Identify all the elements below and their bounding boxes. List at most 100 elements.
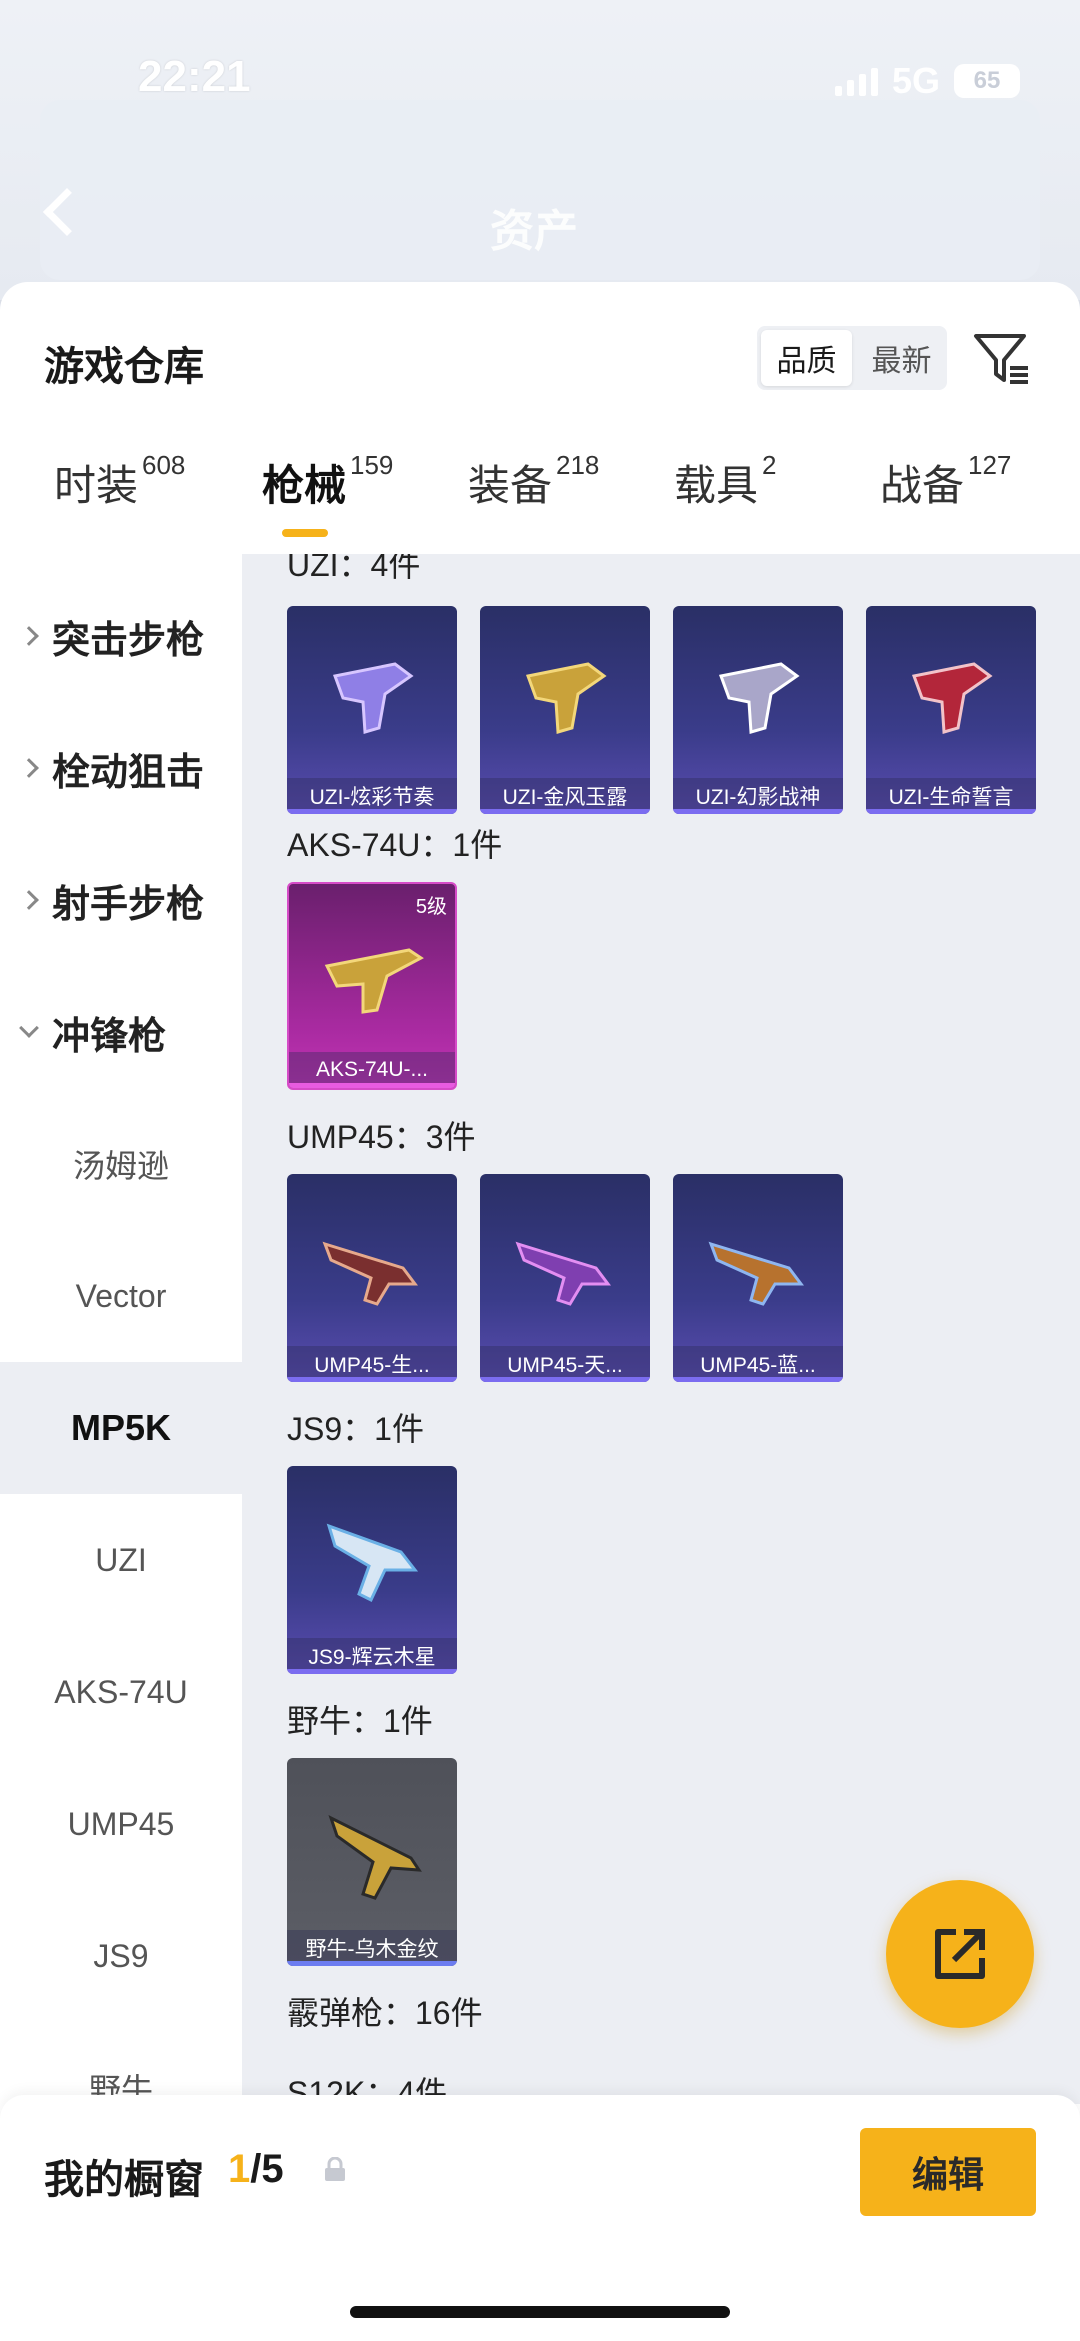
status-time: 22:21 (138, 52, 251, 101)
chevron-right-icon (19, 890, 39, 910)
rarity-bar (866, 809, 1036, 814)
lock-icon (325, 2157, 345, 2181)
weapon-card[interactable]: UMP45-天... (480, 1174, 650, 1382)
sidebar-item-smg[interactable]: 冲锋枪 (0, 966, 242, 1098)
rarity-bar (673, 809, 843, 814)
weapon-grid: UZI：4件 UZI-炫彩节奏 UZI-金风玉露 UZI-幻影战神 UZI-生命… (242, 554, 1080, 2104)
sidebar-item-label: UMP45 (67, 1805, 175, 1842)
group-label: JS9：1件 (287, 1411, 424, 1447)
sort-toggle[interactable]: 品质 最新 (757, 326, 947, 390)
group-label: UMP45：3件 (287, 1119, 476, 1155)
tab-fashion[interactable]: 时装 608 (54, 450, 186, 513)
sidebar-item-label: 栓动狙击 (52, 751, 205, 794)
page-title: 资产 (490, 207, 578, 256)
tab-label: 时装 (54, 462, 139, 509)
sidebar-item-aks74u[interactable]: AKS-74U (0, 1626, 242, 1758)
sidebar-item-vector[interactable]: Vector (0, 1230, 242, 1362)
tab-label: 装备 (468, 462, 553, 509)
tab-guns[interactable]: 枪械 159 (262, 450, 394, 513)
group-label: 野牛：1件 (287, 1703, 433, 1739)
smg-icon (718, 662, 800, 734)
tab-count: 159 (350, 450, 394, 480)
sidebar-item-bolt-sniper[interactable]: 栓动狙击 (0, 702, 242, 834)
sidebar-item-assault-rifle[interactable]: 突击步枪 (0, 570, 242, 702)
rarity-bar (287, 1961, 457, 1966)
tab-vehicles[interactable]: 载具 2 (674, 450, 777, 513)
sidebar-item-label: Vector (75, 1277, 167, 1314)
group-label: AKS-74U：1件 (287, 827, 503, 863)
battery-icon: 65 (954, 64, 1020, 98)
sidebar-item-ump45[interactable]: UMP45 (0, 1758, 242, 1890)
sheet-header: 游戏仓库 品质 最新 (0, 282, 1080, 432)
tab-count: 608 (142, 450, 186, 480)
weapon-card[interactable]: UMP45-蓝... (673, 1174, 843, 1382)
sidebar-item-label: AKS-74U (54, 1673, 188, 1710)
chevron-right-icon (19, 758, 39, 778)
active-tab-indicator (282, 529, 328, 537)
category-tabs: 时装 608 枪械 159 装备 218 载具 2 战备 127 (0, 432, 1080, 552)
weapon-card[interactable]: 5级 AKS-74U-... (287, 882, 457, 1090)
tab-label: 载具 (674, 462, 759, 509)
weapon-card[interactable]: UZI-金风玉露 (480, 606, 650, 814)
chevron-down-icon (19, 1018, 39, 1038)
rarity-bar (287, 809, 457, 814)
sidebar-item-label: 突击步枪 (52, 619, 205, 662)
sidebar-item-label: UZI (95, 1541, 147, 1578)
filter-icon[interactable] (972, 328, 1032, 388)
sidebar-item-label: 冲锋枪 (52, 1015, 167, 1058)
sidebar-item-uzi[interactable]: UZI (0, 1494, 242, 1626)
share-icon (935, 1929, 985, 1979)
weapon-card[interactable]: UZI-生命誓言 (866, 606, 1036, 814)
showcase-current: 1 (228, 2147, 251, 2191)
rarity-bar (673, 1377, 843, 1382)
sheet-title: 游戏仓库 (44, 345, 204, 389)
rarity-bar (289, 1083, 455, 1088)
sort-quality[interactable]: 品质 (761, 330, 852, 386)
tab-count: 2 (762, 450, 777, 480)
smg-icon (328, 1815, 422, 1900)
sidebar-item-marksman-rifle[interactable]: 射手步枪 (0, 834, 242, 966)
weapon-card[interactable]: JS9-辉云木星 (287, 1466, 457, 1674)
sort-newest[interactable]: 最新 (856, 326, 947, 390)
rarity-bar (287, 1377, 457, 1382)
sidebar-item-mp5k[interactable]: MP5K (0, 1362, 242, 1494)
tab-supplies[interactable]: 战备 127 (880, 450, 1012, 513)
rifle-icon (324, 948, 424, 1014)
showcase-total: /5 (250, 2147, 284, 2191)
smg-icon (322, 1241, 418, 1306)
share-button[interactable] (886, 1880, 1034, 2028)
showcase-bar: 我的橱窗 1/5 编辑 (0, 2095, 1080, 2341)
rarity-bar (480, 809, 650, 814)
tab-label: 战备 (880, 462, 965, 509)
rarity-bar (480, 1377, 650, 1382)
group-label: UZI：4件 (287, 554, 421, 583)
status-indicators: 5G 65 (834, 60, 1020, 102)
warehouse-sheet: 游戏仓库 品质 最新 时装 608 枪械 159 装备 218 载具 2 战备 127 (0, 282, 1080, 2341)
weapon-card[interactable]: UZI-炫彩节奏 (287, 606, 457, 814)
tab-count: 218 (556, 450, 600, 480)
showcase-title: 我的橱窗 (44, 2158, 204, 2202)
tab-label: 枪械 (262, 462, 347, 509)
home-indicator (350, 2306, 730, 2318)
weapon-sidebar: 突击步枪 栓动狙击 射手步枪 冲锋枪 汤姆逊 Vector MP5K UZI A… (0, 552, 242, 2152)
chevron-right-icon (19, 626, 39, 646)
tab-gear[interactable]: 装备 218 (468, 450, 600, 513)
smg-icon (525, 662, 607, 734)
network-type: 5G (891, 60, 940, 101)
smg-icon (515, 1241, 611, 1306)
edit-button[interactable]: 编辑 (860, 2128, 1036, 2216)
weapon-card[interactable]: UMP45-生... (287, 1174, 457, 1382)
showcase-count: 1/5 (228, 2147, 284, 2192)
sidebar-item-js9[interactable]: JS9 (0, 1890, 242, 2022)
rarity-bar (287, 1669, 457, 1674)
smg-icon (332, 662, 414, 734)
sidebar-item-label: 汤姆逊 (72, 1148, 169, 1184)
weapon-card[interactable]: 野牛-乌木金纹 (287, 1758, 457, 1966)
tab-count: 127 (968, 450, 1012, 480)
smg-icon (326, 1523, 419, 1603)
sidebar-item-thompson[interactable]: 汤姆逊 (0, 1098, 242, 1230)
weapon-card[interactable]: UZI-幻影战神 (673, 606, 843, 814)
sidebar-item-label: JS9 (93, 1937, 149, 1974)
group-label: 霰弹枪：16件 (287, 1995, 483, 2031)
smg-icon (911, 662, 993, 734)
